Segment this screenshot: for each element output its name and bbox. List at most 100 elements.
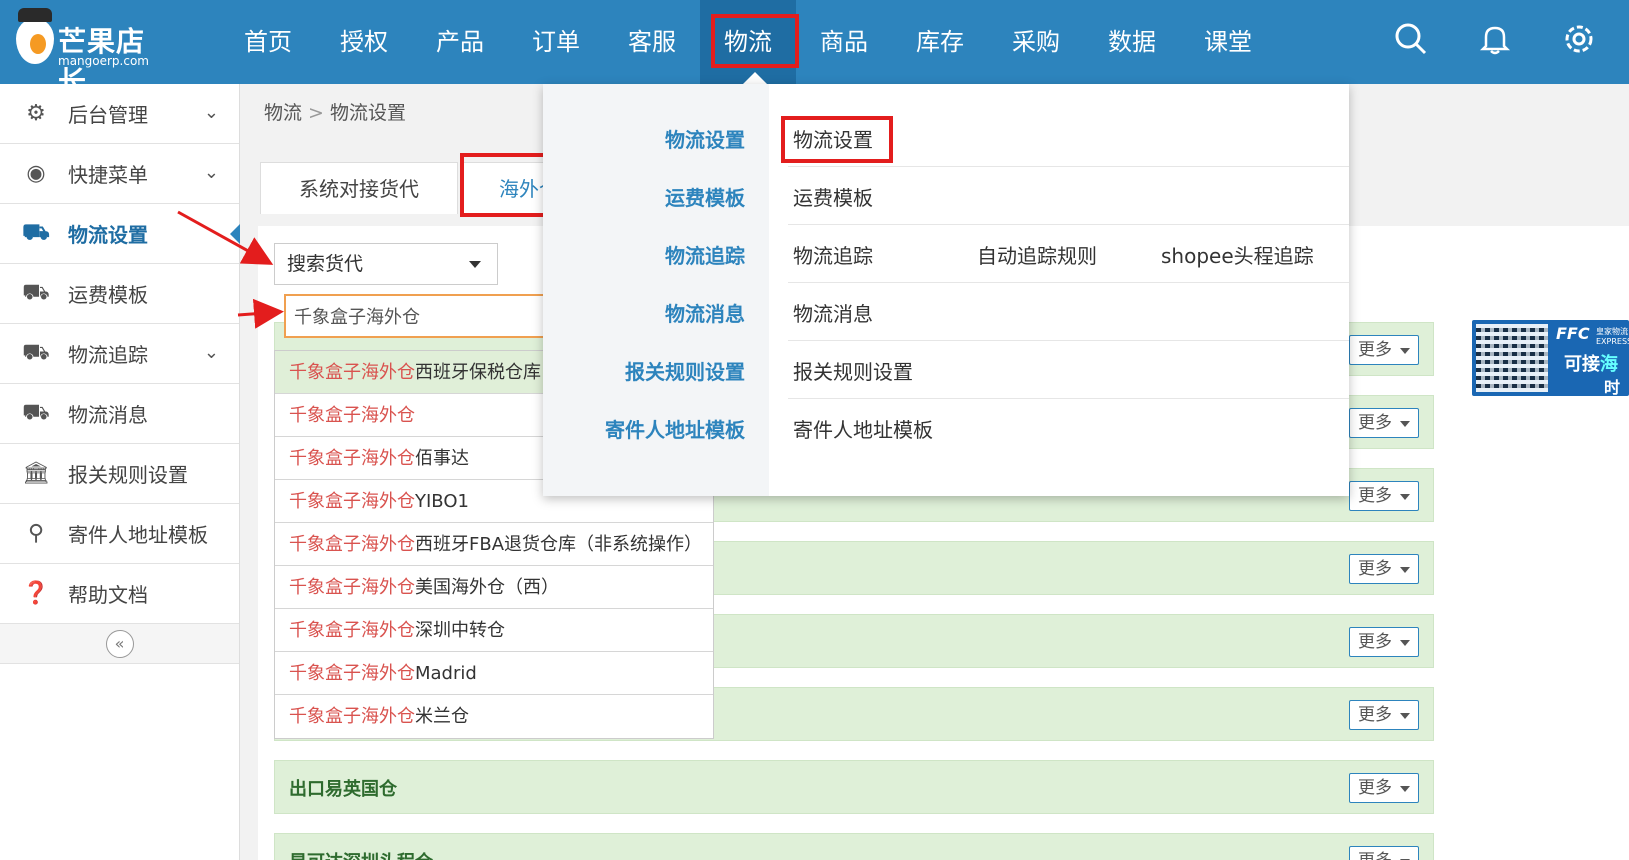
match-text: 千象盒子海外仓	[289, 448, 415, 469]
forwarder-search-select[interactable]: 搜索货代	[274, 243, 498, 285]
sidebar-item-label: 寄件人地址模板	[68, 523, 208, 547]
sidebar-item-label: 物流追踪	[68, 343, 148, 367]
sidebar-item-shortcuts[interactable]: ◉ 快捷菜单 ⌄	[0, 144, 239, 204]
forwarder-search-input[interactable]	[284, 294, 554, 338]
sidebar: ⚙ 后台管理 ⌄ ◉ 快捷菜单 ⌄ ⛟ 物流设置 ⛟ 运费模板 ⛟ 物流追踪 ⌄…	[0, 84, 240, 860]
mega-category[interactable]: 运费模板	[665, 182, 745, 211]
more-button[interactable]: 更多	[1349, 627, 1419, 657]
top-navbar: 芒果店长 mangoerp.com 首页 授权 产品 订单 客服 物流 商品 库…	[0, 0, 1629, 98]
mega-category[interactable]: 物流消息	[665, 298, 745, 327]
caret-down-icon	[469, 261, 481, 268]
mega-category[interactable]: 物流设置	[665, 124, 745, 153]
item-suffix: 米兰仓	[415, 706, 469, 727]
item-suffix: 深圳中转仓	[415, 620, 505, 641]
breadcrumb-root[interactable]: 物流	[264, 102, 302, 124]
ad-banner[interactable]: FFC 皇家物流 EXPRESS 可接海 时	[1472, 320, 1629, 396]
tab-system-forwarder[interactable]: 系统对接货代	[260, 162, 458, 214]
sidebar-item-tracking[interactable]: ⛟ 物流追踪 ⌄	[0, 324, 239, 384]
mega-item-messages[interactable]: 物流消息	[793, 298, 873, 327]
ad-line1-a: 可接	[1564, 354, 1600, 375]
mega-category[interactable]: 报关规则设置	[625, 356, 745, 385]
item-suffix: Madrid	[415, 663, 477, 684]
nav-item-data[interactable]: 数据	[1084, 0, 1180, 84]
nav-item-inventory[interactable]: 库存	[892, 0, 988, 84]
location-pin-icon: ⚲	[27, 521, 45, 546]
truck-icon: ⛟	[22, 219, 50, 245]
sidebar-item-label: 帮助文档	[68, 583, 148, 607]
mega-item-auto-tracking-rules[interactable]: 自动追踪规则	[977, 240, 1097, 269]
table-row: 出口易英国仓 更多	[274, 760, 1434, 814]
more-button[interactable]: 更多	[1349, 846, 1419, 860]
row-name: 星可达深圳头程仓	[289, 848, 433, 860]
sidebar-item-label: 运费模板	[68, 283, 148, 307]
nav-item-home[interactable]: 首页	[220, 0, 316, 84]
match-text: 千象盒子海外仓	[289, 491, 415, 512]
more-button[interactable]: 更多	[1349, 335, 1419, 365]
sidebar-item-label: 物流设置	[68, 223, 148, 247]
nav-item-goods[interactable]: 商品	[796, 0, 892, 84]
settings-gear-icon[interactable]	[1559, 22, 1599, 62]
shortcut-icon: ◉	[26, 161, 46, 186]
help-icon: ❓	[22, 581, 50, 606]
mega-item-tracking[interactable]: 物流追踪	[793, 240, 873, 269]
item-suffix: 佰事达	[415, 448, 469, 469]
mega-category[interactable]: 物流追踪	[665, 240, 745, 269]
logo[interactable]: 芒果店长 mangoerp.com	[12, 8, 172, 98]
collapse-sidebar-icon[interactable]: «	[105, 629, 134, 658]
match-text: 千象盒子海外仓	[289, 620, 415, 641]
divider	[788, 282, 1349, 283]
nav-item-products[interactable]: 产品	[412, 0, 508, 84]
sidebar-item-admin[interactable]: ⚙ 后台管理 ⌄	[0, 84, 239, 144]
more-button[interactable]: 更多	[1349, 408, 1419, 438]
list-item[interactable]: 千象盒子海外仓西班牙FBA退货仓库（非系统操作）	[275, 523, 713, 566]
sidebar-item-messages[interactable]: ⛟ 物流消息	[0, 384, 239, 444]
more-button[interactable]: 更多	[1349, 773, 1419, 803]
sidebar-item-sender-address[interactable]: ⚲ 寄件人地址模板	[0, 504, 239, 564]
top-icons	[1391, 22, 1599, 62]
sidebar-item-label: 物流消息	[68, 403, 148, 427]
item-suffix: 美国海外仓（西）	[415, 577, 559, 598]
mega-item-sender-address[interactable]: 寄件人地址模板	[793, 414, 933, 443]
search-icon[interactable]	[1391, 22, 1431, 62]
ad-line1: 可接海	[1564, 350, 1618, 376]
mega-item-shopee-tracking[interactable]: shopee头程追踪	[1161, 240, 1314, 269]
nav-item-classroom[interactable]: 课堂	[1180, 0, 1276, 84]
match-text: 千象盒子海外仓	[289, 663, 415, 684]
nav-item-service[interactable]: 客服	[604, 0, 700, 84]
more-button[interactable]: 更多	[1349, 700, 1419, 730]
breadcrumb-current: 物流设置	[329, 102, 406, 124]
highlight-box-mega-item	[781, 116, 893, 163]
list-item[interactable]: 千象盒子海外仓美国海外仓（西）	[275, 566, 713, 609]
logo-domain: mangoerp.com	[58, 54, 149, 68]
more-button[interactable]: 更多	[1349, 481, 1419, 511]
chevron-down-icon: ⌄	[203, 162, 219, 183]
mega-category[interactable]: 寄件人地址模板	[605, 414, 745, 443]
sidebar-item-label: 快捷菜单	[68, 163, 148, 187]
nav-item-auth[interactable]: 授权	[316, 0, 412, 84]
ad-brand: FFC	[1556, 324, 1590, 343]
item-suffix: 西班牙FBA退货仓库（非系统操作）	[415, 534, 703, 555]
select-label: 搜索货代	[287, 253, 364, 275]
sidebar-item-help[interactable]: ❓ 帮助文档	[0, 564, 239, 624]
list-item[interactable]: 千象盒子海外仓Madrid	[275, 652, 713, 695]
nav-item-orders[interactable]: 订单	[508, 0, 604, 84]
gear-icon: ⚙	[26, 101, 46, 126]
item-suffix: 西班牙保税仓库	[415, 362, 541, 383]
list-item[interactable]: 千象盒子海外仓深圳中转仓	[275, 609, 713, 652]
bell-icon[interactable]	[1475, 22, 1515, 62]
mega-item-customs-rules[interactable]: 报关规则设置	[793, 356, 913, 385]
more-button[interactable]: 更多	[1349, 554, 1419, 584]
mega-menu-caret	[743, 72, 767, 84]
match-text: 千象盒子海外仓	[289, 362, 415, 383]
bank-icon: 🏛	[22, 461, 50, 486]
sidebar-item-label: 后台管理	[68, 103, 148, 127]
match-text: 千象盒子海外仓	[289, 706, 415, 727]
sidebar-item-shipping-template[interactable]: ⛟ 运费模板	[0, 264, 239, 324]
list-item[interactable]: 千象盒子海外仓米兰仓	[275, 695, 713, 738]
sidebar-item-logistics-settings[interactable]: ⛟ 物流设置	[0, 204, 240, 264]
ad-brand-sub: 皇家物流 EXPRESS	[1596, 327, 1629, 346]
sidebar-item-customs-rules[interactable]: 🏛 报关规则设置	[0, 444, 239, 504]
nav-item-purchase[interactable]: 采购	[988, 0, 1084, 84]
table-row: 星可达深圳头程仓 更多	[274, 833, 1434, 860]
mega-item-shipping-template[interactable]: 运费模板	[793, 182, 873, 211]
